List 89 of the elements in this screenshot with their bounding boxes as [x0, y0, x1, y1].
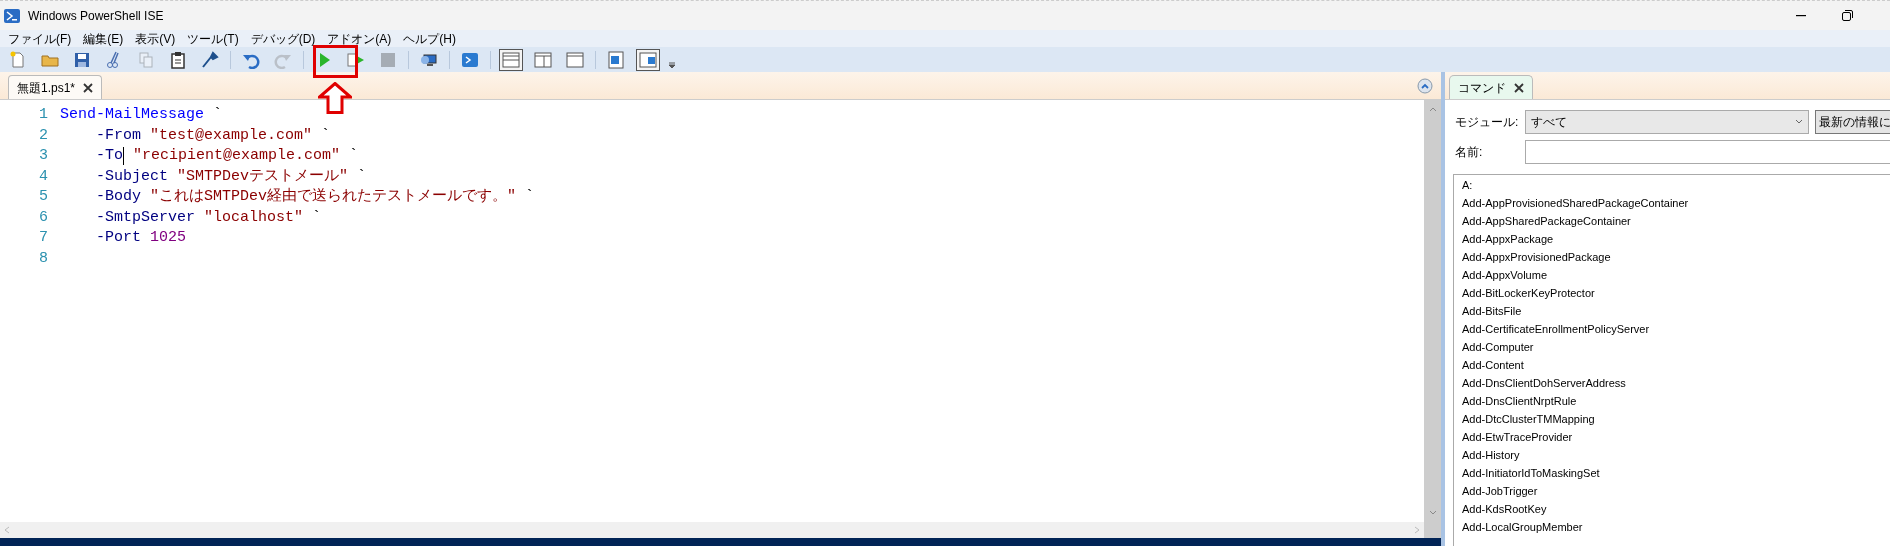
- command-item[interactable]: Add-AppSharedPackageContainer: [1462, 212, 1890, 230]
- command-item[interactable]: A:: [1462, 176, 1890, 194]
- code-token: `: [349, 146, 359, 166]
- code-token: -Body: [96, 187, 141, 207]
- command-item[interactable]: Add-BitsFile: [1462, 302, 1890, 320]
- code-token: -Subject: [96, 166, 168, 187]
- command-item[interactable]: Add-Content: [1462, 356, 1890, 374]
- code-token: -From: [96, 125, 141, 146]
- command-item[interactable]: Add-DnsClientNrptRule: [1462, 392, 1890, 410]
- module-dropdown[interactable]: すべて: [1525, 110, 1809, 134]
- command-item[interactable]: Add-AppProvisionedSharedPackageContainer: [1462, 194, 1890, 212]
- line-number: 2: [38, 125, 49, 146]
- minimize-icon: [1796, 14, 1806, 17]
- menu-item[interactable]: ツール(T): [187, 29, 239, 48]
- broom-icon: [201, 50, 219, 69]
- stop-icon: [379, 50, 397, 69]
- code-token: Send-MailMessage: [60, 105, 205, 125]
- menu-item[interactable]: アドオン(A): [327, 29, 392, 48]
- run-selection-icon: [347, 50, 365, 69]
- scroll-down-icon[interactable]: [1428, 510, 1437, 516]
- name-field[interactable]: [1525, 140, 1890, 164]
- toolbar-button[interactable]: [499, 48, 523, 71]
- maximized-pane-icon: [566, 50, 584, 69]
- highlight-frame: [313, 45, 358, 78]
- line-number: 5: [38, 187, 49, 207]
- code-token: `: [213, 105, 223, 125]
- window-title: Windows PowerShell ISE: [28, 7, 164, 25]
- app-icon: [4, 7, 20, 24]
- close-icon[interactable]: [1514, 82, 1524, 93]
- code-token: -Port: [96, 228, 141, 248]
- command-item[interactable]: Add-KdsRootKey: [1462, 500, 1890, 518]
- code-token: "localhost": [204, 207, 304, 228]
- command-item[interactable]: Add-Computer: [1462, 338, 1890, 356]
- powershell-icon: [461, 50, 479, 69]
- line-number: 4: [38, 166, 49, 187]
- menu-item[interactable]: デバッグ(D): [250, 29, 316, 48]
- command-item[interactable]: Add-History: [1462, 446, 1890, 464]
- menu-item[interactable]: 編集(E): [83, 29, 124, 48]
- chevron-down-icon: [1795, 119, 1803, 125]
- command-item[interactable]: Add-DtcClusterTMMapping: [1462, 410, 1890, 428]
- line-number: 8: [38, 248, 49, 269]
- code-token: "これはSMTPDev経由で送られたテストメールです。": [150, 187, 517, 207]
- command-item[interactable]: Add-AppxProvisionedPackage: [1462, 248, 1890, 266]
- addon-pane-icon: [639, 50, 657, 69]
- code-token: "recipient@example.com": [133, 146, 341, 166]
- code-token: `: [321, 125, 331, 146]
- command-item[interactable]: Add-AppxPackage: [1462, 230, 1890, 248]
- close-icon[interactable]: [83, 82, 94, 93]
- command-item[interactable]: Add-LocalGroupMember: [1462, 518, 1890, 536]
- right-pane-layout-icon: [534, 50, 552, 69]
- editor-tab[interactable]: 無題1.ps1*: [8, 75, 103, 99]
- menu-item[interactable]: 表示(V): [135, 29, 176, 48]
- vertical-scrollbar[interactable]: [1424, 100, 1441, 538]
- line-number: 7: [38, 228, 49, 248]
- command-item[interactable]: Add-CertificateEnrollmentPolicyServer: [1462, 320, 1890, 338]
- command-list[interactable]: [1453, 174, 1890, 546]
- top-pane-layout-icon: [502, 50, 520, 69]
- code-token: `: [357, 166, 367, 187]
- code-token: 1025: [150, 228, 187, 248]
- copy-icon: [137, 50, 155, 69]
- menu-item[interactable]: ヘルプ(H): [403, 29, 456, 48]
- code-token: "test@example.com": [150, 125, 313, 146]
- line-number: 1: [38, 105, 49, 125]
- collapse-icon[interactable]: [1417, 78, 1433, 94]
- restore-icon: [1841, 10, 1853, 21]
- code-token: "SMTPDevテストメール": [177, 166, 349, 187]
- new-file-icon: [9, 50, 27, 69]
- name-label: 名前:: [1455, 144, 1484, 161]
- code-token: `: [525, 187, 535, 207]
- refresh-button[interactable]: 最新の情報に: [1815, 110, 1890, 134]
- command-tab[interactable]: コマンド: [1449, 75, 1533, 99]
- toolbar-button[interactable]: [636, 48, 660, 71]
- code-token: -SmtpServer: [96, 207, 196, 228]
- command-item[interactable]: Add-InitiatorIdToMaskingSet: [1462, 464, 1890, 482]
- command-item[interactable]: Add-DnsClientDohServerAddress: [1462, 374, 1890, 392]
- code-token: `: [312, 207, 322, 228]
- command-item[interactable]: Add-JobTrigger: [1462, 482, 1890, 500]
- menu-item[interactable]: ファイル(F): [8, 29, 72, 48]
- command-item[interactable]: Add-BitLockerKeyProtector: [1462, 284, 1890, 302]
- clipboard-icon: [169, 50, 187, 69]
- line-number: 3: [38, 146, 49, 166]
- code-token: -To: [96, 146, 123, 166]
- overflow-icon: [668, 60, 676, 69]
- command-item[interactable]: Add-AppxVolume: [1462, 266, 1890, 284]
- command-item[interactable]: Add-EtwTraceProvider: [1462, 428, 1890, 446]
- command-window-icon: [607, 50, 625, 69]
- scroll-up-icon[interactable]: [1428, 106, 1437, 112]
- module-label: モジュール:: [1455, 114, 1519, 131]
- line-number: 6: [38, 207, 49, 228]
